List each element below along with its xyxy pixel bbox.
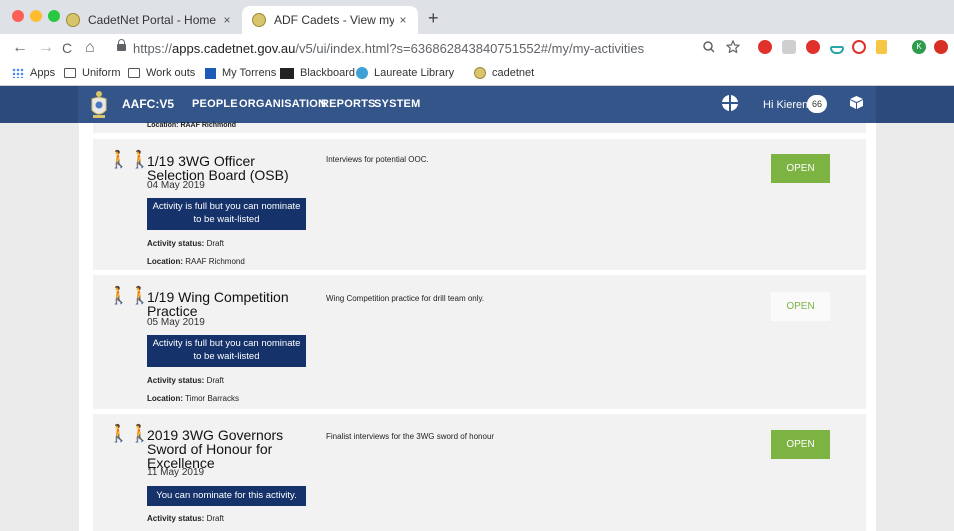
laureate-library-icon: [356, 67, 368, 79]
activity-status: Activity status: Draft: [147, 514, 224, 523]
close-tab-icon[interactable]: ×: [218, 13, 236, 27]
nav-organisation[interactable]: ORGANISATION: [239, 98, 326, 110]
activity-date: 05 May 2019: [147, 317, 205, 328]
update-icon[interactable]: [934, 40, 948, 54]
extension-wave-icon[interactable]: [830, 46, 844, 54]
activity-date: 11 May 2019: [147, 467, 205, 478]
extension-icon[interactable]: [782, 40, 796, 54]
activity-location: Location: Timor Barracks: [147, 394, 240, 403]
nav-reports[interactable]: REPORTS: [321, 98, 376, 110]
bookmark-laureate-library[interactable]: Laureate Library: [356, 67, 454, 79]
activity-status: Activity status: Draft: [147, 376, 224, 385]
people-icon: 🚶🚶: [108, 150, 151, 169]
new-tab-button[interactable]: +: [428, 9, 439, 27]
notification-count-badge[interactable]: 66: [807, 95, 827, 113]
cadetnet-favicon-icon: [474, 67, 486, 79]
close-tab-icon[interactable]: ×: [394, 13, 412, 27]
partial-location-text: Location: RAAF Richmond: [147, 122, 237, 129]
home-button[interactable]: ⌂: [85, 38, 95, 58]
bookmarks-bar: Apps Uniform Work outs My Torrens Blackb…: [0, 62, 954, 86]
back-button[interactable]: ←: [12, 38, 28, 58]
wait-list-notice: Activity is full but you can nominate to…: [147, 198, 306, 230]
people-icon: 🚶🚶: [108, 286, 151, 305]
minimize-window-button[interactable]: [30, 10, 42, 22]
tab-cadetnet-home[interactable]: CadetNet Portal - Home ×: [56, 6, 242, 34]
bookmark-uniform[interactable]: Uniform: [64, 67, 121, 79]
zoom-icon[interactable]: [702, 40, 716, 54]
apps-grid-icon: [12, 68, 24, 78]
torrens-icon: [205, 67, 216, 79]
bookmark-cadetnet[interactable]: cadetnet: [474, 67, 534, 79]
address-bar[interactable]: https://apps.cadetnet.gov.au/v5/ui/index…: [133, 41, 644, 56]
language-globe-icon[interactable]: [722, 95, 738, 111]
cadetnet-favicon-icon: [252, 13, 266, 27]
wait-list-notice: Activity is full but you can nominate to…: [147, 335, 306, 367]
forward-button[interactable]: →: [38, 38, 54, 58]
activity-location: Location: RAAF Richmond: [147, 257, 245, 266]
opera-extension-icon[interactable]: [758, 40, 772, 54]
nominate-notice: You can nominate for this activity.: [147, 486, 306, 506]
open-activity-button[interactable]: OPEN: [771, 292, 830, 321]
activity-status: Activity status: Draft: [147, 239, 224, 248]
pinterest-icon[interactable]: [806, 40, 820, 54]
bookmark-blackboard[interactable]: Blackboard: [280, 67, 355, 79]
activity-description: Wing Competition practice for drill team…: [326, 294, 485, 303]
cube-menu-icon[interactable]: [849, 95, 864, 110]
open-activity-button[interactable]: OPEN: [771, 154, 830, 183]
reload-button[interactable]: C: [62, 38, 72, 58]
extension-circle-icon[interactable]: [852, 40, 866, 54]
activity-description: Finalist interviews for the 3WG sword of…: [326, 432, 495, 441]
activity-title: 2019 3WG Governors Sword of Honour for E…: [147, 427, 284, 471]
blackboard-icon: [280, 67, 294, 79]
bookmark-my-torrens[interactable]: My Torrens: [205, 67, 276, 79]
nav-system[interactable]: SYSTEM: [374, 98, 420, 110]
nav-people[interactable]: PEOPLE: [192, 98, 238, 110]
notes-extension-icon[interactable]: [876, 40, 887, 54]
browser-toolbar: ← → C ⌂ https://apps.cadetnet.gov.au/v5/…: [0, 34, 954, 62]
profile-avatar[interactable]: K: [912, 40, 926, 54]
bookmark-apps[interactable]: Apps: [12, 67, 55, 79]
people-icon: 🚶🚶: [108, 424, 151, 443]
close-window-button[interactable]: [12, 10, 24, 22]
activity-title: 1/19 Wing Competition Practice: [147, 289, 289, 319]
open-activity-button[interactable]: OPEN: [771, 430, 830, 459]
cadetnet-favicon-icon: [66, 13, 80, 27]
browser-tab-bar: CadetNet Portal - Home × ADF Cadets - Vi…: [0, 0, 954, 34]
activity-title: 1/19 3WG Officer Selection Board (OSB): [147, 153, 289, 183]
app-brand[interactable]: AAFC:V5: [122, 97, 174, 111]
aafc-crest-logo: [91, 91, 107, 118]
lock-icon: [117, 39, 126, 51]
user-greeting[interactable]: Hi Kieren: [763, 99, 808, 111]
tab-view-activities[interactable]: ADF Cadets - View my activities ×: [242, 6, 418, 34]
folder-icon: [64, 68, 76, 78]
folder-icon: [128, 68, 140, 78]
activity-description: Interviews for potential OOC.: [326, 155, 429, 164]
activity-date: 04 May 2019: [147, 180, 205, 191]
bookmark-star-icon[interactable]: [726, 40, 740, 54]
bookmark-work-outs[interactable]: Work outs: [128, 67, 195, 79]
